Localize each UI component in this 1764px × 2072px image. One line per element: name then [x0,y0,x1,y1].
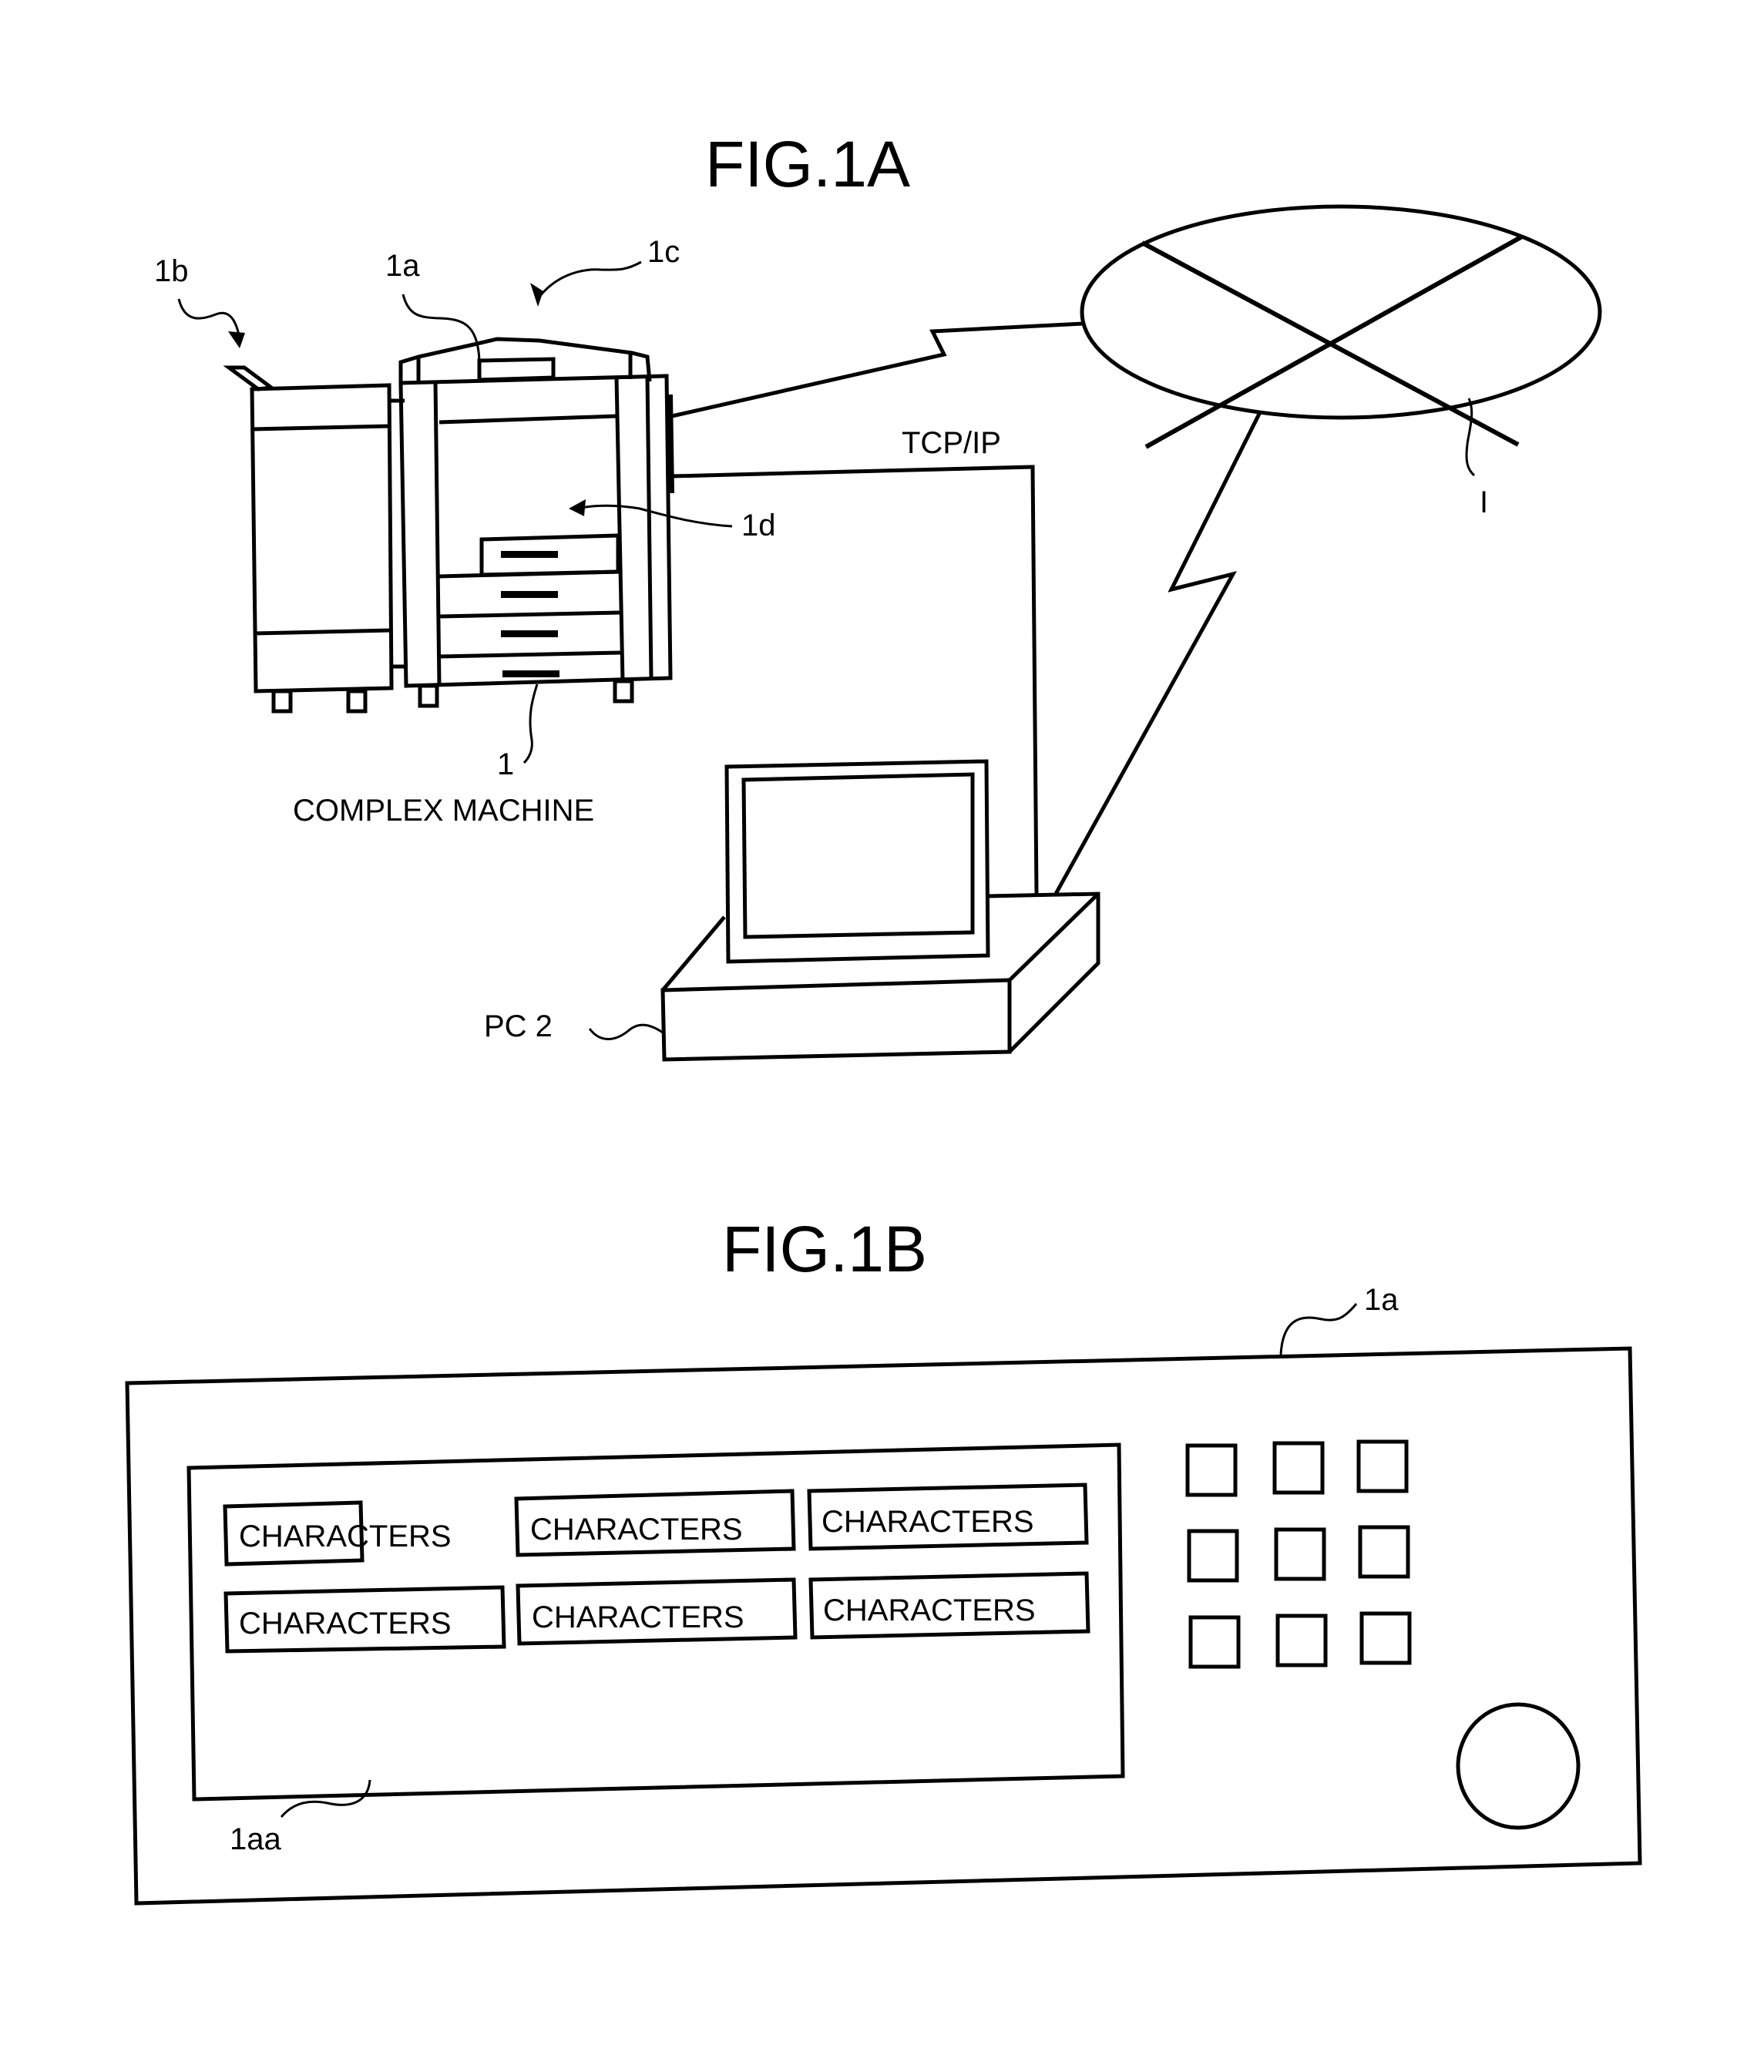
machine-name-label: COMPLEX MACHINE [293,794,594,828]
operation-panel-icon [477,357,556,382]
pc-base-right-edge [986,892,1100,1053]
display-button-label: CHARACTERS [530,1513,743,1546]
tray-divider-2 [438,610,620,619]
machine-foot-right [613,679,634,704]
finisher-unit [223,365,405,714]
upper-divider [438,414,617,425]
fig1a-title: FIG.1A [705,128,910,200]
tray-divider-1 [438,569,620,579]
left-pillar-line [433,381,442,687]
finisher-bottom-divider [254,628,391,636]
pc-base-front [660,978,1012,1062]
network-port-plate [668,394,674,494]
finisher-foot-right [346,689,368,714]
ref-1b-leader [177,298,242,344]
ref-1b-arrowhead [228,331,245,348]
keypad-key[interactable] [1187,1529,1239,1583]
fig1b-title: FIG.1B [722,1213,927,1285]
tray-handle-2 [501,591,558,598]
finisher-top-divider [251,424,390,432]
machine-network-link [671,321,1084,418]
complex-machine-body [398,337,674,708]
ref-1a-label: 1a [385,249,420,283]
ref-1c-label: 1c [647,235,680,269]
pc-ref-label: PC 2 [484,1009,553,1043]
hardware-keypad [1185,1439,1412,1669]
ref-network-label: I [1480,485,1488,519]
output-tray-icon [223,365,277,391]
ref-network-leader [1465,398,1476,477]
tray-handle-4 [502,670,559,677]
display-button-label: CHARACTERS [532,1600,744,1634]
finisher-foot-left [271,689,293,714]
ref-1d-label: 1d [741,509,776,542]
right-pillar-inner [614,377,625,682]
pc-base-left-edge [661,915,726,992]
dial-knob[interactable] [1456,1702,1581,1830]
display-button-grid: CHARACTERS CHARACTERS CHARACTERS CHARACT… [223,1483,1090,1654]
tcpip-label: TCP/IP [902,426,1001,460]
ref-1c-leader [538,260,642,297]
keypad-key[interactable] [1188,1615,1241,1669]
ref-1-label: 1 [497,747,514,781]
pc-ref-leader [588,1023,664,1040]
patent-drawing-sheet: FIG.1A 1b 1a 1c 1d 1 COMPLEX MACHINE I T… [125,128,1642,1906]
display-button-label: CHARACTERS [822,1505,1034,1539]
keypad-key[interactable] [1359,1611,1412,1665]
ref-1d-leader [577,504,733,528]
right-pillar-outer [645,377,654,679]
ref-1a-panel-label: 1a [1364,1283,1399,1317]
ref-1-leader [522,683,539,764]
network-ellipse [1080,204,1602,449]
keypad-key[interactable] [1274,1527,1326,1581]
ref-1a-panel-leader [1279,1303,1358,1355]
figure-1b: FIG.1B 1a 1aa CHARACTERS CHARACTERS CHAR… [125,1213,1642,1906]
display-button-label: CHARACTERS [823,1593,1036,1627]
keypad-key[interactable] [1358,1525,1410,1579]
ref-1aa-label: 1aa [230,1822,281,1856]
machine-foot-left [418,683,439,708]
tray-handle-1 [501,551,558,558]
keypad-key[interactable] [1272,1441,1325,1495]
ref-1b-label: 1b [154,254,189,288]
tray-divider-3 [438,650,621,659]
finisher-body [250,383,394,693]
display-button-label: CHARACTERS [239,1520,452,1553]
pc-computer [660,759,1100,1062]
figure-1a: FIG.1A 1b 1a 1c 1d 1 COMPLEX MACHINE I T… [154,128,1602,1062]
keypad-key[interactable] [1356,1439,1409,1493]
pc-network-link [1053,411,1262,895]
pc-base-top-edge [1008,892,1100,982]
display-button-label: CHARACTERS [239,1607,452,1640]
keypad-key[interactable] [1275,1614,1328,1667]
tray-handle-3 [501,630,558,637]
ref-1d-arrowhead [569,499,586,516]
keypad-key[interactable] [1185,1443,1238,1497]
ref-1c-arrowhead [530,283,543,307]
